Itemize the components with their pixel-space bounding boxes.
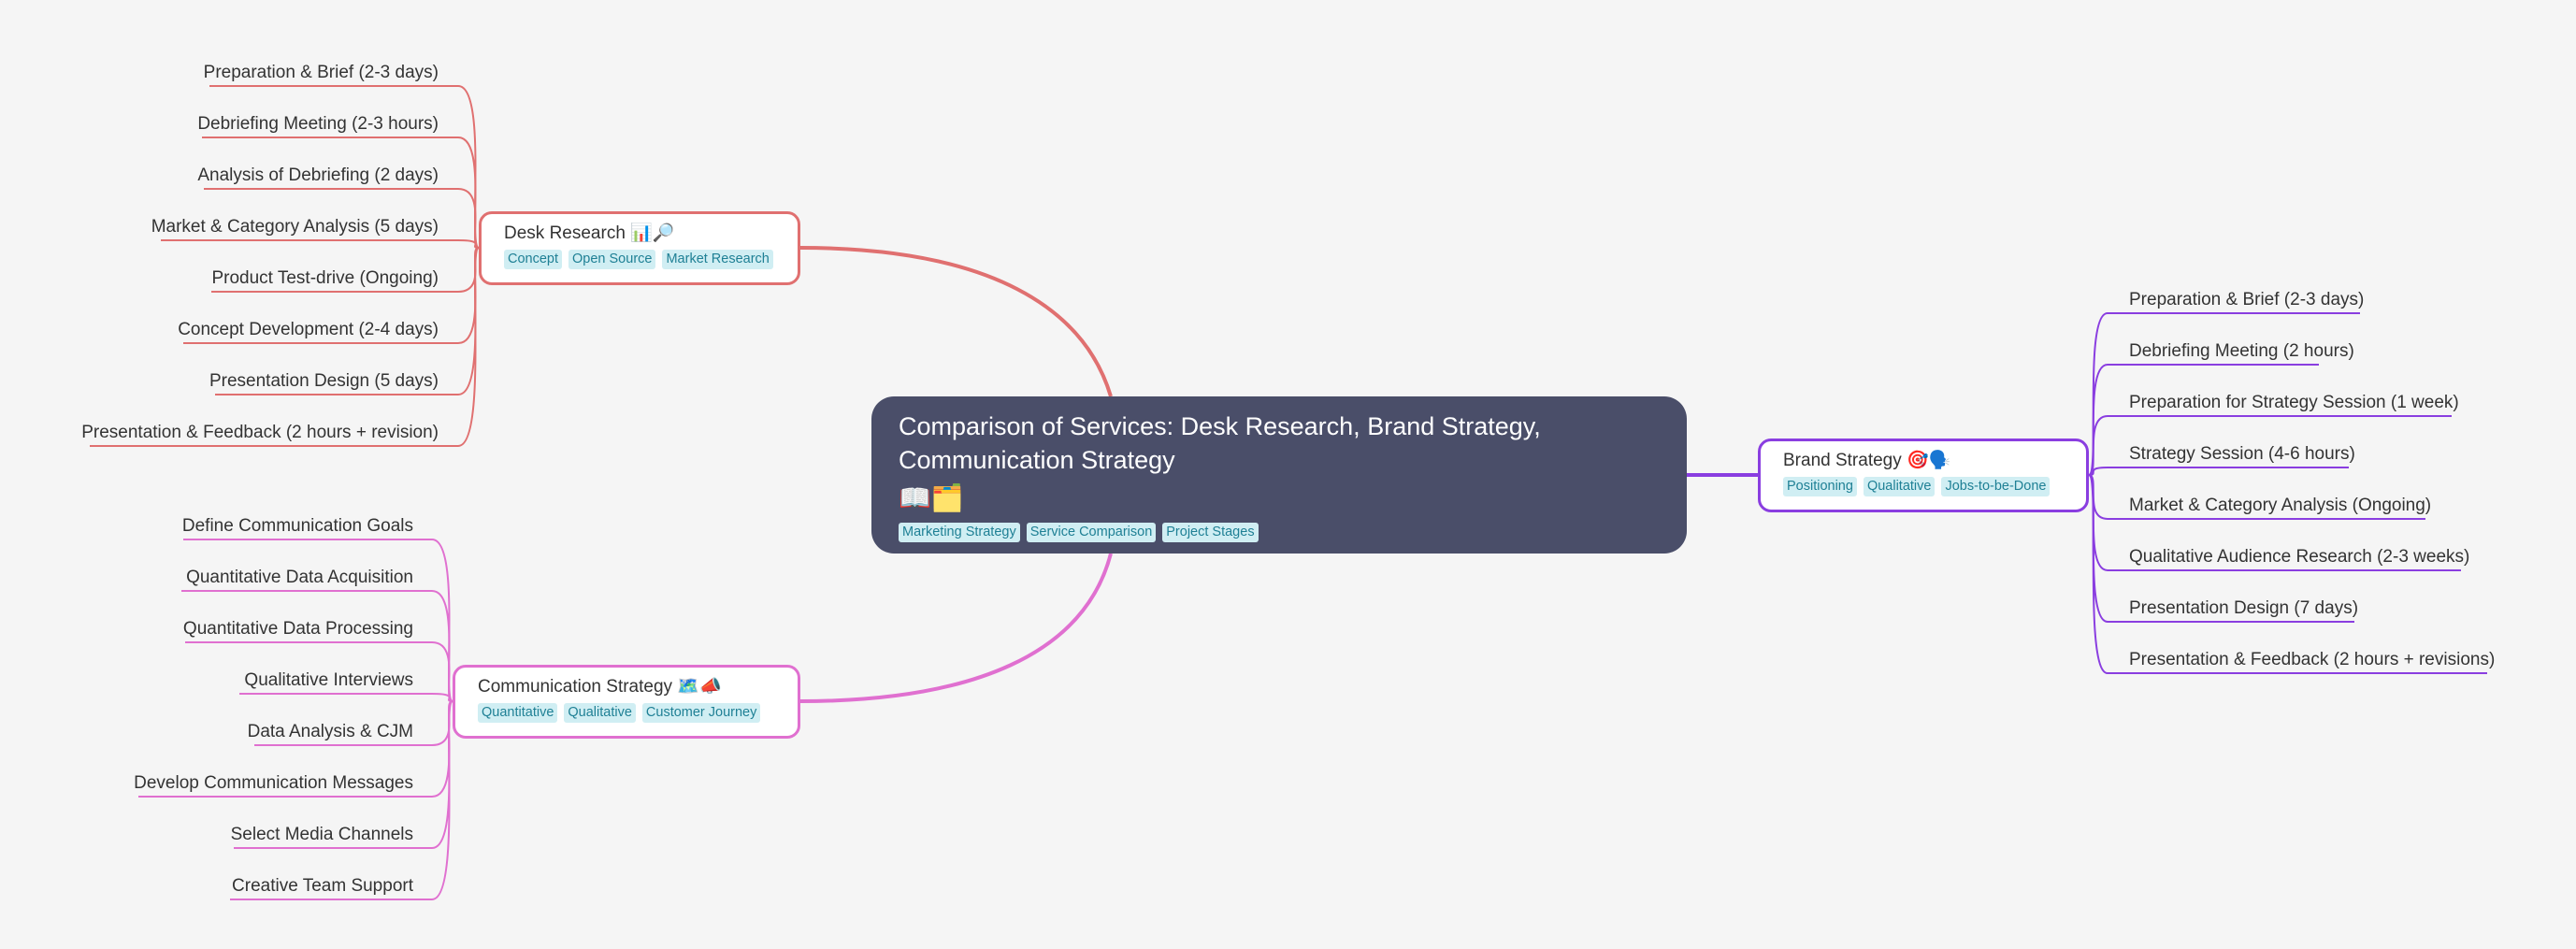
desk-item[interactable]: Preparation & Brief (2-3 days) (204, 62, 439, 84)
link-root-desk (799, 246, 1113, 397)
desk-item[interactable]: Analysis of Debriefing (2 days) (197, 165, 439, 187)
tag-open-source: Open Source (568, 250, 656, 269)
root-title-line-1: Comparison of Services: Desk Research, B… (899, 412, 1541, 440)
tag-marketing-strategy: Marketing Strategy (899, 523, 1020, 542)
comm-item[interactable]: Creative Team Support (232, 875, 413, 898)
tag-concept: Concept (504, 250, 563, 269)
tag-customer-journey: Customer Journey (641, 703, 761, 723)
tag-quantitative: Quantitative (478, 703, 558, 723)
link-comm-item (239, 693, 453, 702)
desk-item[interactable]: Product Test-drive (Ongoing) (211, 267, 439, 290)
topic-communication-strategy[interactable]: Communication Strategy 🗺️📣 Quantitative … (453, 665, 800, 739)
comm-item[interactable]: Develop Communication Messages (134, 772, 413, 795)
tag-qualitative: Qualitative (1863, 477, 1936, 496)
brand-item[interactable]: Preparation & Brief (2-3 days) (2129, 289, 2364, 311)
root-node[interactable]: Comparison of Services: Desk Research, B… (871, 396, 1687, 554)
topic-brand-strategy-title: Brand Strategy 🎯🗣️ (1783, 451, 1951, 470)
desk-item[interactable]: Debriefing Meeting (2-3 hours) (197, 113, 439, 136)
root-tags: Marketing Strategy Service Comparison Pr… (899, 523, 1661, 542)
desk-item[interactable]: Concept Development (2-4 days) (178, 319, 439, 341)
desk-item[interactable]: Presentation Design (5 days) (209, 370, 439, 393)
topic-desk-research-title: Desk Research 📊🔎 (504, 223, 675, 243)
brand-item[interactable]: Debriefing Meeting (2 hours) (2129, 340, 2354, 363)
comm-item[interactable]: Quantitative Data Acquisition (186, 567, 413, 589)
tag-market-research: Market Research (662, 250, 773, 269)
tag-qualitative: Qualitative (564, 703, 636, 723)
tag-service-comparison: Service Comparison (1026, 523, 1157, 542)
root-title: Comparison of Services: Desk Research, B… (899, 410, 1661, 477)
topic-brand-strategy-tags: Positioning Qualitative Jobs-to-be-Done (1783, 477, 2086, 496)
comm-item[interactable]: Qualitative Interviews (244, 669, 413, 692)
link-brand-item (2088, 467, 2349, 476)
brand-item[interactable]: Qualitative Audience Research (2-3 weeks… (2129, 546, 2469, 568)
topic-brand-strategy[interactable]: Brand Strategy 🎯🗣️ Positioning Qualitati… (1758, 439, 2089, 512)
brand-item[interactable]: Preparation for Strategy Session (1 week… (2129, 392, 2459, 414)
comm-item[interactable]: Define Communication Goals (182, 515, 413, 538)
brand-item[interactable]: Presentation Design (7 days) (2129, 597, 2358, 620)
tag-project-stages: Project Stages (1162, 523, 1259, 542)
desk-item[interactable]: Presentation & Feedback (2 hours + revis… (81, 422, 439, 444)
comm-item[interactable]: Quantitative Data Processing (183, 618, 413, 640)
topic-communication-strategy-tags: Quantitative Qualitative Customer Journe… (478, 703, 798, 723)
topic-communication-strategy-title: Communication Strategy 🗺️📣 (478, 677, 722, 697)
tag-jobs-to-be-done: Jobs-to-be-Done (1941, 477, 2051, 496)
topic-desk-research[interactable]: Desk Research 📊🔎 Concept Open Source Mar… (479, 211, 800, 285)
tag-positioning: Positioning (1783, 477, 1857, 496)
link-desk-item (161, 239, 480, 249)
comm-item[interactable]: Data Analysis & CJM (248, 721, 413, 743)
root-emoji-icons: 📖🗂️ (899, 483, 964, 512)
link-root-comm (799, 553, 1113, 703)
comm-item[interactable]: Select Media Channels (231, 824, 413, 846)
mind-map-canvas: Comparison of Services: Desk Research, B… (0, 0, 2576, 949)
topic-desk-research-tags: Concept Open Source Market Research (504, 250, 798, 269)
root-title-line-2: Communication Strategy (899, 446, 1175, 474)
brand-item[interactable]: Presentation & Feedback (2 hours + revis… (2129, 649, 2495, 671)
desk-item[interactable]: Market & Category Analysis (5 days) (151, 216, 439, 238)
brand-item[interactable]: Strategy Session (4-6 hours) (2129, 443, 2355, 466)
brand-item[interactable]: Market & Category Analysis (Ongoing) (2129, 495, 2431, 517)
